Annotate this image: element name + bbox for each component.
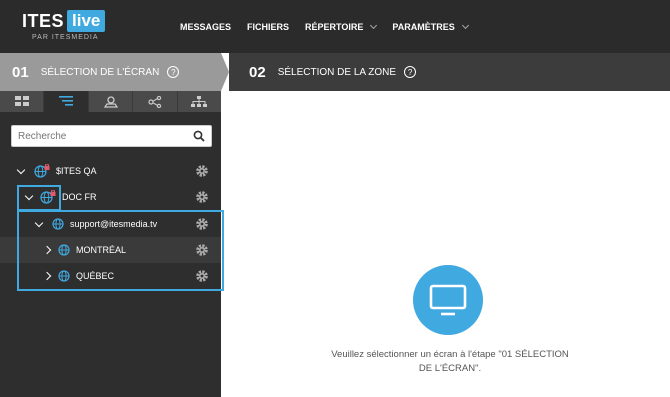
gear-icon[interactable]: [195, 190, 209, 204]
ites-live-logo[interactable]: ITES live PAR ITESMEDIA: [22, 10, 106, 41]
list-tree-icon: [59, 96, 74, 106]
search-icon[interactable]: [193, 130, 205, 142]
nav-messages[interactable]: MESSAGES: [180, 22, 231, 32]
nav-repertoire[interactable]: RÉPERTOIRE: [305, 21, 378, 32]
step1-title: SÉLECTION DE L'ÉCRAN: [40, 66, 160, 78]
empty-state-message: Veuillez sélectionner un écran à l'étape…: [331, 349, 569, 374]
step-arrow: [221, 53, 229, 91]
logo-main: ITES: [22, 10, 65, 31]
top-bar: ITES live PAR ITESMEDIA MESSAGES FICHIERS…: [0, 0, 670, 53]
nav-fichiers[interactable]: FICHIERS: [247, 22, 289, 32]
monitor-badge: [413, 265, 483, 335]
step1-number: 01: [12, 63, 29, 81]
user-location-icon: [103, 95, 118, 108]
step1-header: 01 SÉLECTION DE L'ÉCRAN ?: [0, 53, 221, 91]
sidebar-tabs: [0, 91, 221, 112]
chevron-down-icon: [461, 21, 469, 29]
nav-fichiers-label: FICHIERS: [247, 21, 290, 32]
step2-number: 02: [249, 63, 266, 81]
nav-repertoire-label: RÉPERTOIRE: [305, 21, 364, 32]
search-box: [11, 125, 212, 147]
help-icon[interactable]: ?: [404, 66, 417, 78]
search-input[interactable]: [18, 130, 188, 142]
chevron-down-icon[interactable]: [16, 165, 26, 174]
highlight-box: [17, 210, 224, 291]
tab-share[interactable]: [133, 91, 178, 112]
grid-icon: [14, 96, 29, 106]
hierarchy-icon: [191, 95, 208, 107]
tab-user[interactable]: [89, 91, 134, 112]
main-nav: MESSAGES FICHIERS RÉPERTOIRE PARAMÈTRES: [180, 0, 484, 53]
logo-badge: live: [67, 10, 106, 32]
share-nodes-icon: [148, 95, 162, 108]
tab-tree[interactable]: [44, 91, 89, 112]
tree-item-label: DOC FR: [62, 192, 97, 202]
tab-grid[interactable]: [0, 91, 45, 112]
gear-icon[interactable]: [195, 164, 209, 178]
nav-parametres-label: PARAMÈTRES: [392, 21, 455, 32]
tab-hierarchy[interactable]: [178, 91, 221, 112]
nav-parametres[interactable]: PARAMÈTRES: [392, 21, 469, 32]
highlight-box: [17, 185, 61, 211]
nav-messages-label: MESSAGES: [180, 21, 232, 32]
step2-header: 02 SÉLECTION DE LA ZONE ?: [229, 53, 670, 91]
help-icon[interactable]: ?: [167, 66, 180, 78]
logo-subtitle: PAR ITESMEDIA: [32, 34, 99, 41]
tree-item-label: $ITES QA: [56, 166, 97, 176]
chevron-down-icon: [370, 21, 378, 29]
monitor-icon: [429, 284, 467, 316]
step2-title: SÉLECTION DE LA ZONE: [277, 66, 397, 78]
globe-lock-icon: [34, 164, 50, 178]
tree-row-ites-qa[interactable]: $ITES QA: [0, 158, 221, 184]
